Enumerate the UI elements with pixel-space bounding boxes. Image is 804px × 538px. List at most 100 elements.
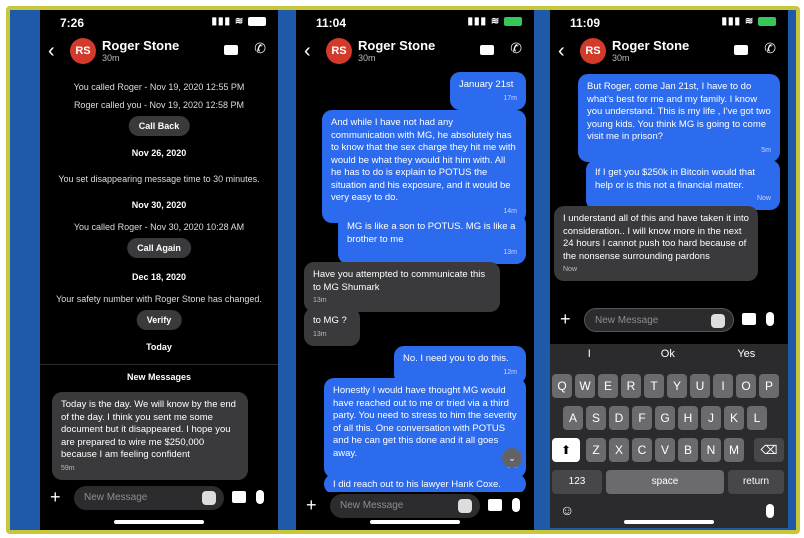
key[interactable]: Z bbox=[586, 438, 606, 462]
key[interactable]: J bbox=[701, 406, 721, 430]
shift-key[interactable]: ⬆ bbox=[552, 438, 580, 462]
back-icon[interactable]: ‹ bbox=[558, 40, 565, 63]
home-indicator bbox=[114, 520, 204, 524]
composer: + New Message bbox=[296, 492, 534, 522]
phone-screen-1: 7:26 ▮▮▮ ≋ ‹ RS Roger Stone 30m ✆ You ca… bbox=[40, 10, 278, 530]
key[interactable]: S bbox=[586, 406, 606, 430]
key[interactable]: I bbox=[713, 374, 733, 398]
message-time: 13m bbox=[313, 297, 327, 305]
key[interactable]: C bbox=[632, 438, 652, 462]
attach-icon[interactable]: + bbox=[50, 487, 61, 508]
microphone-icon[interactable] bbox=[256, 490, 264, 504]
return-key[interactable]: return bbox=[728, 470, 784, 494]
message-text: I did reach out to his lawyer Hank Coxe. bbox=[333, 479, 501, 490]
contact-name[interactable]: Roger Stone bbox=[358, 38, 435, 53]
key[interactable]: L bbox=[747, 406, 767, 430]
camera-icon[interactable] bbox=[488, 499, 502, 511]
key[interactable]: K bbox=[724, 406, 744, 430]
message-text: And while I have not had any communicati… bbox=[331, 117, 516, 204]
key[interactable]: G bbox=[655, 406, 675, 430]
status-bar: 7:26 ▮▮▮ ≋ bbox=[40, 10, 278, 36]
message-time: 12m bbox=[503, 368, 517, 376]
key[interactable]: N bbox=[701, 438, 721, 462]
message-bubble[interactable]: And while I have not had any communicati… bbox=[322, 110, 526, 223]
phone-screen-2: 11:04 ▮▮▮ ≋ ‹ RS Roger Stone 30m ✆ Janua… bbox=[296, 10, 534, 530]
back-icon[interactable]: ‹ bbox=[48, 40, 55, 63]
space-key[interactable]: space bbox=[606, 470, 724, 494]
key[interactable]: T bbox=[644, 374, 664, 398]
avatar[interactable]: RS bbox=[580, 38, 606, 64]
back-icon[interactable]: ‹ bbox=[304, 40, 311, 63]
attach-icon[interactable]: + bbox=[306, 495, 317, 516]
message-text: Have you attempted to communicate this t… bbox=[313, 269, 486, 293]
key[interactable]: Y bbox=[667, 374, 687, 398]
microphone-icon[interactable] bbox=[512, 498, 520, 512]
numbers-key[interactable]: 123 bbox=[552, 470, 602, 494]
contact-name[interactable]: Roger Stone bbox=[612, 38, 689, 53]
dictation-icon[interactable] bbox=[766, 504, 774, 518]
message-bubble[interactable]: But Roger, come Jan 21st, I have to do w… bbox=[578, 74, 780, 162]
scroll-down-button[interactable]: ⌄ bbox=[502, 448, 522, 468]
key[interactable]: F bbox=[632, 406, 652, 430]
message-text: January 21st bbox=[459, 79, 514, 90]
message-bubble[interactable]: to MG ? 13m bbox=[304, 308, 360, 346]
status-time: 11:09 bbox=[570, 16, 601, 30]
attach-icon[interactable]: + bbox=[560, 309, 571, 330]
message-bubble[interactable]: January 21st 17m bbox=[450, 72, 526, 110]
disappearing-timer: 30m bbox=[102, 53, 120, 63]
video-call-icon[interactable] bbox=[480, 45, 494, 55]
suggestion-3[interactable]: Yes bbox=[707, 348, 786, 360]
phone-call-icon[interactable]: ✆ bbox=[510, 40, 522, 57]
key[interactable]: W bbox=[575, 374, 595, 398]
message-time: 13m bbox=[503, 249, 517, 257]
key[interactable]: X bbox=[609, 438, 629, 462]
key[interactable]: A bbox=[563, 406, 583, 430]
home-indicator bbox=[370, 520, 460, 524]
key[interactable]: B bbox=[678, 438, 698, 462]
input-placeholder: New Message bbox=[84, 492, 148, 503]
message-bubble[interactable]: Have you attempted to communicate this t… bbox=[304, 262, 500, 313]
message-input[interactable]: New Message bbox=[584, 308, 734, 332]
call-again-button[interactable]: Call Again bbox=[127, 238, 191, 258]
avatar[interactable]: RS bbox=[70, 38, 96, 64]
camera-icon[interactable] bbox=[232, 491, 246, 503]
key[interactable]: E bbox=[598, 374, 618, 398]
message-bubble[interactable]: MG is like a son to POTUS. MG is like a … bbox=[338, 214, 526, 265]
key[interactable]: H bbox=[678, 406, 698, 430]
key[interactable]: U bbox=[690, 374, 710, 398]
video-call-icon[interactable] bbox=[734, 45, 748, 55]
suggestion-1[interactable]: I bbox=[550, 348, 629, 360]
key[interactable]: P bbox=[759, 374, 779, 398]
contact-name[interactable]: Roger Stone bbox=[102, 38, 179, 53]
microphone-icon[interactable] bbox=[766, 312, 774, 326]
suggestion-2[interactable]: Ok bbox=[629, 348, 708, 360]
key[interactable]: R bbox=[621, 374, 641, 398]
key[interactable]: V bbox=[655, 438, 675, 462]
phone-call-icon[interactable]: ✆ bbox=[254, 40, 266, 57]
phone-call-icon[interactable]: ✆ bbox=[764, 40, 776, 57]
avatar[interactable]: RS bbox=[326, 38, 352, 64]
message-bubble[interactable]: Honestly I would have thought MG would h… bbox=[324, 378, 526, 479]
sticker-icon[interactable] bbox=[711, 314, 725, 328]
video-call-icon[interactable] bbox=[224, 45, 238, 55]
status-bar: 11:04 ▮▮▮ ≋ bbox=[296, 10, 534, 36]
key[interactable]: M bbox=[724, 438, 744, 462]
timer-event: You set disappearing message time to 30 … bbox=[58, 174, 260, 184]
emoji-icon[interactable]: ☺ bbox=[560, 502, 574, 518]
message-bubble[interactable]: Today is the day. We will know by the en… bbox=[52, 392, 248, 480]
sticker-icon[interactable] bbox=[458, 499, 472, 513]
verify-button[interactable]: Verify bbox=[136, 310, 182, 330]
message-bubble[interactable]: If I get you $250k in Bitcoin would that… bbox=[586, 160, 780, 211]
message-text: No. I need you to do this. bbox=[403, 353, 509, 364]
key[interactable]: O bbox=[736, 374, 756, 398]
message-input[interactable]: New Message bbox=[74, 486, 224, 510]
message-input[interactable]: New Message bbox=[330, 494, 480, 518]
camera-icon[interactable] bbox=[742, 313, 756, 325]
message-bubble[interactable]: I understand all of this and have taken … bbox=[554, 206, 758, 282]
key[interactable]: D bbox=[609, 406, 629, 430]
sticker-icon[interactable] bbox=[202, 491, 216, 505]
call-back-button[interactable]: Call Back bbox=[128, 116, 190, 136]
key[interactable]: Q bbox=[552, 374, 572, 398]
backspace-key[interactable]: ⌫ bbox=[754, 438, 784, 462]
message-bubble[interactable]: I did reach out to his lawyer Hank Coxe. bbox=[324, 474, 526, 494]
